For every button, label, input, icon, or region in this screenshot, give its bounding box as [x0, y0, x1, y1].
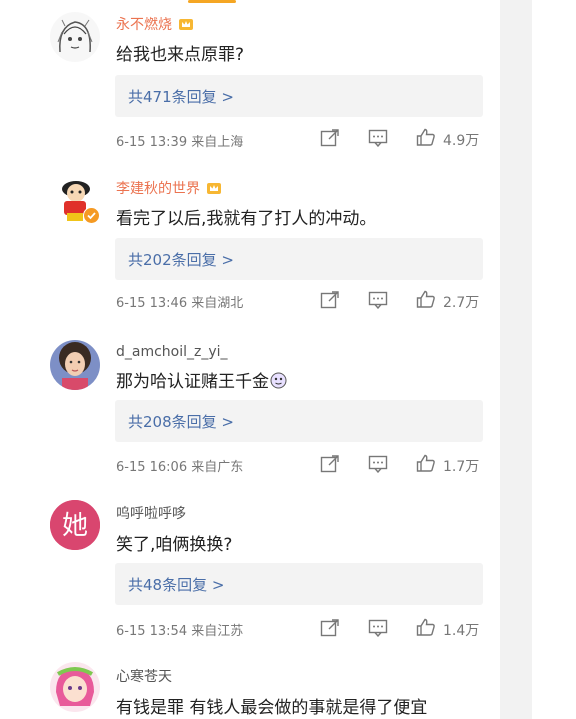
share-icon[interactable]	[320, 129, 340, 147]
replies-link[interactable]: 共48条回复 >	[128, 574, 224, 595]
text-avatar-icon: 她	[50, 500, 100, 550]
replies-box[interactable]: 共202条回复 >	[115, 238, 483, 280]
like-icon[interactable]	[416, 128, 436, 146]
sketch-portrait-avatar-icon	[50, 12, 100, 62]
username[interactable]: 呜呼啦呼哆	[116, 503, 186, 523]
like-icon[interactable]	[416, 454, 436, 472]
like-count: 2.7万	[443, 295, 480, 311]
share-icon[interactable]	[320, 455, 340, 473]
like-icon[interactable]	[416, 618, 436, 636]
username[interactable]: 心寒苍天	[116, 666, 172, 686]
comment-text: 给我也来点原罪?	[116, 45, 245, 65]
scrollbar[interactable]	[500, 0, 532, 719]
verified-badge-icon	[83, 207, 100, 224]
comment-icon[interactable]	[368, 619, 388, 637]
comment-text: 看完了以后,我就有了打人的冲动。	[116, 209, 377, 229]
share-icon[interactable]	[320, 291, 340, 309]
avatar[interactable]: 她	[50, 500, 100, 550]
like-count: 1.4万	[443, 623, 480, 639]
top-accent-bar	[188, 0, 236, 3]
comment-icon[interactable]	[368, 129, 388, 147]
username[interactable]: 永不燃烧	[116, 14, 194, 34]
username[interactable]: 李建秋的世界	[116, 178, 222, 198]
like-count: 4.9万	[443, 133, 480, 149]
avatar[interactable]	[50, 12, 100, 62]
replies-box[interactable]: 共208条回复 >	[115, 400, 483, 442]
username[interactable]: d_amchoil_z_yi_	[116, 344, 228, 360]
comment-icon[interactable]	[368, 291, 388, 309]
share-icon[interactable]	[320, 619, 340, 637]
comment-icon[interactable]	[368, 455, 388, 473]
comment-text: 有钱是罪 有钱人最会做的事就是得了便宜	[116, 698, 428, 718]
like-icon[interactable]	[416, 290, 436, 308]
like-count: 1.7万	[443, 459, 480, 475]
replies-box[interactable]: 共48条回复 >	[115, 563, 483, 605]
replies-link[interactable]: 共471条回复 >	[128, 86, 234, 107]
comment-text: 那为哈认证赌王千金	[116, 367, 287, 392]
avatar-badge-text: 她	[62, 511, 88, 541]
photo-girl-avatar-icon	[50, 340, 100, 390]
comment-meta: 6-15 13:54 来自江苏	[116, 624, 244, 639]
comment-meta: 6-15 13:39 来自上海	[116, 135, 244, 150]
vip-crown-icon	[179, 19, 193, 30]
comment-meta: 6-15 13:46 来自湖北	[116, 296, 244, 311]
avatar[interactable]	[50, 662, 100, 712]
replies-link[interactable]: 共202条回复 >	[128, 249, 234, 270]
replies-box[interactable]: 共471条回复 >	[115, 75, 483, 117]
emoji-icon	[270, 372, 287, 389]
anime-girl-avatar-icon	[50, 662, 100, 712]
vip-crown-icon	[207, 183, 221, 194]
comment-meta: 6-15 16:06 来自广东	[116, 460, 244, 475]
replies-link[interactable]: 共208条回复 >	[128, 411, 234, 432]
avatar[interactable]	[50, 340, 100, 390]
comment-text: 笑了,咱俩换换?	[116, 535, 233, 555]
